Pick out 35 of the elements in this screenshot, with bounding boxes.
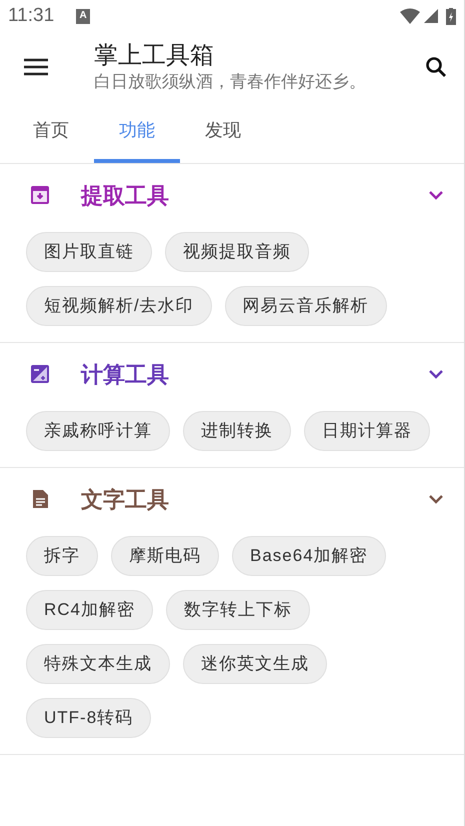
- tab[interactable]: 首页: [8, 102, 94, 163]
- tool-chip[interactable]: Base64加解密: [232, 536, 386, 576]
- tool-chip[interactable]: 进制转换: [183, 411, 291, 451]
- search-icon: [424, 55, 448, 79]
- tool-chip[interactable]: 迷你英文生成: [183, 644, 327, 684]
- tool-chip[interactable]: RC4加解密: [26, 590, 154, 630]
- battery-icon: [446, 8, 456, 24]
- tool-chip[interactable]: 亲戚称呼计算: [26, 411, 170, 451]
- tool-chip[interactable]: 视频提取音频: [165, 232, 309, 272]
- chevron-button[interactable]: [428, 190, 444, 200]
- archive-icon: [28, 183, 52, 207]
- menu-icon: [24, 57, 48, 77]
- section-title: 计算工具: [81, 360, 170, 388]
- notification-icon: A: [76, 8, 90, 24]
- tool-chip[interactable]: 图片取直链: [26, 232, 152, 272]
- signal-icon: [424, 9, 438, 23]
- tool-chip[interactable]: 数字转上下标: [166, 590, 310, 630]
- tool-chip[interactable]: 网易云音乐解析: [224, 286, 387, 326]
- tool-chip[interactable]: UTF-8转码: [26, 698, 152, 738]
- section-title: 文字工具: [81, 486, 170, 514]
- wifi-icon: [400, 8, 420, 24]
- tool-chip[interactable]: 日期计算器: [304, 411, 430, 451]
- tool-chip[interactable]: 短视频解析/去水印: [26, 286, 212, 326]
- section-title: 提取工具: [81, 182, 170, 210]
- tab[interactable]: 功能: [94, 102, 180, 163]
- status-time: 11:31: [8, 4, 54, 28]
- calculator-icon: [28, 362, 52, 386]
- chevron-button[interactable]: [428, 369, 444, 379]
- app-subtitle: 白日放歌须纵酒，青春作伴好还乡。: [94, 71, 367, 93]
- tool-chip[interactable]: 特殊文本生成: [26, 644, 170, 684]
- tool-chip[interactable]: 拆字: [26, 536, 98, 576]
- app-title: 掌上工具箱: [94, 41, 215, 71]
- tab[interactable]: 发现: [180, 102, 266, 163]
- chevron-button[interactable]: [428, 494, 444, 504]
- tool-chip[interactable]: 摩斯电码: [111, 536, 219, 576]
